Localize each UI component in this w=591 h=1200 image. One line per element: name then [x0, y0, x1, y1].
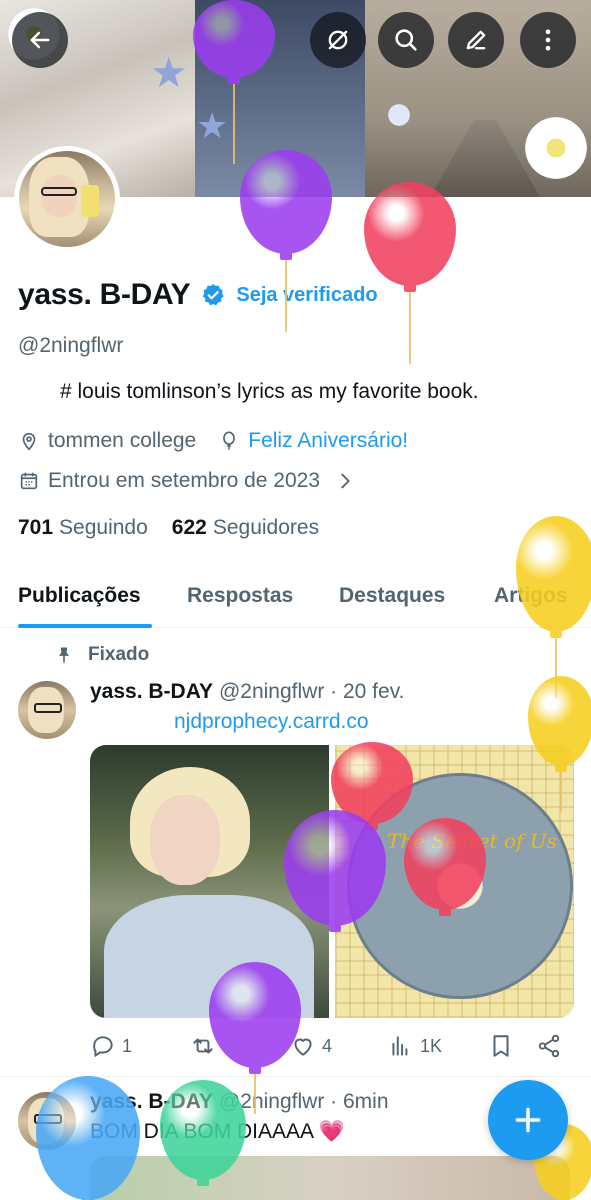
balloon [240, 150, 332, 334]
share-button[interactable] [536, 1033, 562, 1059]
pinned-label: Fixado [88, 644, 150, 665]
tab-highlights[interactable]: Destaques [339, 584, 445, 608]
edit-button[interactable] [448, 12, 504, 68]
bookmark-button[interactable] [488, 1033, 514, 1059]
profile-meta-row: tommen college Feliz Aniversário! [18, 429, 408, 453]
compose-button[interactable] [488, 1080, 568, 1160]
post-handle-time: @2ningflwr · 20 fev. [218, 680, 405, 703]
location-pin-icon [22, 432, 36, 451]
more-button[interactable] [520, 12, 576, 68]
more-vertical-icon [545, 29, 551, 51]
grok-button[interactable] [310, 12, 366, 68]
birthday-link[interactable]: Feliz Aniversário! [248, 429, 408, 453]
joined-date: Entrou em setembro de 2023 [48, 469, 320, 492]
chevron-right-icon [341, 473, 350, 489]
balloon [284, 810, 386, 934]
plus-icon [515, 1107, 541, 1133]
share-icon [538, 1034, 560, 1058]
grok-icon [328, 30, 348, 50]
pencil-icon [466, 30, 486, 50]
pinned-indicator: Fixado [54, 644, 149, 666]
verified-badge-icon[interactable] [200, 282, 226, 308]
bookmark-icon [493, 1035, 509, 1057]
post-avatar[interactable] [18, 681, 76, 739]
post-actions: 1 4 1K [90, 1033, 570, 1063]
back-button[interactable] [12, 12, 68, 68]
balloon [528, 676, 591, 814]
views-button[interactable]: 1K [388, 1033, 442, 1059]
like-count: 4 [322, 1035, 333, 1056]
bow-decoration [372, 92, 426, 138]
view-count: 1K [420, 1035, 443, 1056]
following-label: Seguindo [59, 516, 148, 539]
followers-link[interactable]: 622 Seguidores [172, 516, 319, 540]
joined-row[interactable]: Entrou em setembro de 2023 [18, 469, 356, 493]
balloon [193, 0, 275, 166]
profile-handle: @2ningflwr [18, 334, 124, 357]
pin-icon [59, 647, 69, 663]
followers-label: Seguidores [212, 516, 320, 539]
followers-count: 622 [171, 516, 207, 539]
profile-tabs: Publicações Respostas Destaques Artigos [0, 570, 591, 628]
balloon-icon [223, 431, 236, 450]
post-author-name[interactable]: yass. B-DAY [90, 680, 213, 703]
profile-bio: # louis tomlinson’s lyrics as my favorit… [60, 380, 479, 403]
reply-count: 1 [122, 1035, 133, 1056]
flower-decoration [520, 112, 591, 184]
reply-icon [93, 1036, 113, 1057]
post-header: yass. B-DAY @2ningflwr · 20 fev. [90, 680, 404, 704]
avatar [19, 151, 115, 247]
calendar-icon [20, 472, 38, 490]
tab-posts[interactable]: Publicações [18, 584, 141, 608]
arrow-left-icon [30, 31, 50, 49]
profile-avatar[interactable] [14, 146, 120, 252]
profile-location: tommen college [48, 429, 197, 452]
balloon [36, 1076, 140, 1200]
display-name: yass. B-DAY [18, 278, 191, 311]
post-link[interactable]: njdprophecy.carrd.co [174, 710, 369, 734]
reply-button[interactable]: 1 [90, 1033, 132, 1059]
search-button[interactable] [378, 12, 434, 68]
balloon [516, 516, 591, 700]
following-count: 701 [18, 516, 54, 539]
balloon [404, 818, 486, 918]
follow-stats: 701 Seguindo 622 Seguidores [18, 516, 319, 540]
active-tab-indicator [18, 624, 152, 628]
analytics-icon [392, 1036, 408, 1056]
tab-replies[interactable]: Respostas [187, 584, 293, 608]
following-link[interactable]: 701 Seguindo [18, 516, 148, 540]
balloon [160, 1080, 246, 1188]
balloon [364, 182, 456, 366]
search-icon [395, 29, 417, 51]
star-decoration: ★ [150, 49, 188, 96]
